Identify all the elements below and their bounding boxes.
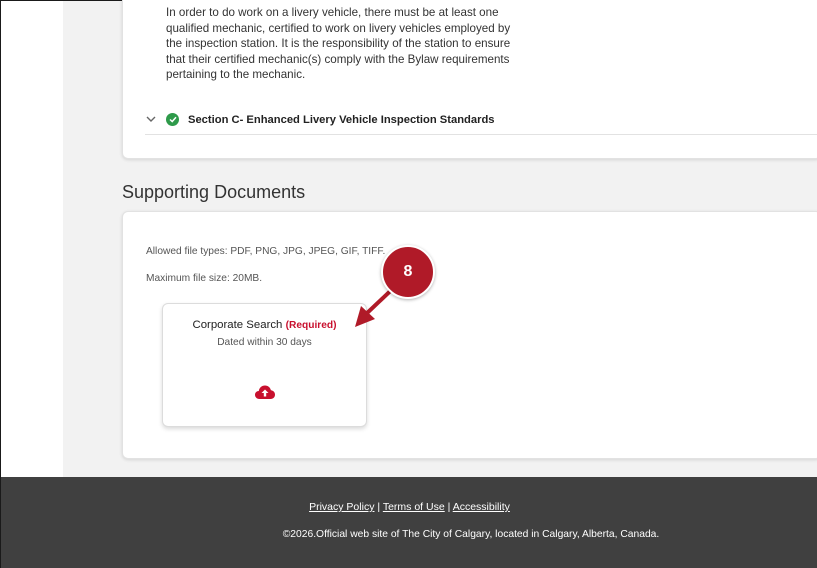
section-b-description: In order to do work on a livery vehicle,… (166, 6, 511, 81)
accessibility-link[interactable]: Accessibility (453, 501, 510, 513)
section-c-accordion[interactable]: Section C- Enhanced Livery Vehicle Inspe… (145, 105, 817, 135)
cloud-upload-icon[interactable] (254, 384, 276, 400)
corporate-search-upload-card[interactable]: Corporate Search (Required) Dated within… (162, 303, 367, 427)
footer (1, 477, 817, 568)
supporting-documents-title: Supporting Documents (122, 182, 306, 202)
footer-separator: | (447, 501, 451, 513)
allowed-file-types: Allowed file types: PDF, PNG, JPG, JPEG,… (146, 246, 386, 257)
footer-separator: | (377, 501, 381, 513)
terms-of-use-link[interactable]: Terms of Use (383, 501, 445, 513)
privacy-policy-link[interactable]: Privacy Policy (309, 501, 374, 513)
required-badge: (Required) (285, 320, 337, 331)
footer-copyright: ©2026.Official web site of The City of C… (282, 529, 660, 540)
upload-subtitle: Dated within 30 days (217, 337, 312, 348)
chevron-down-icon[interactable] (145, 116, 157, 123)
max-file-size: Maximum file size: 20MB. (146, 273, 263, 284)
footer-links: Privacy Policy | Terms of Use | Accessib… (1, 501, 817, 513)
check-circle-icon (166, 113, 179, 126)
upload-title: Corporate Search (Required) (163, 319, 366, 331)
annotation-step-marker: 8 (381, 245, 439, 303)
section-c-label: Section C- Enhanced Livery Vehicle Inspe… (188, 113, 495, 126)
upload-document-name: Corporate Search (192, 319, 283, 331)
step-number: 8 (381, 245, 435, 299)
